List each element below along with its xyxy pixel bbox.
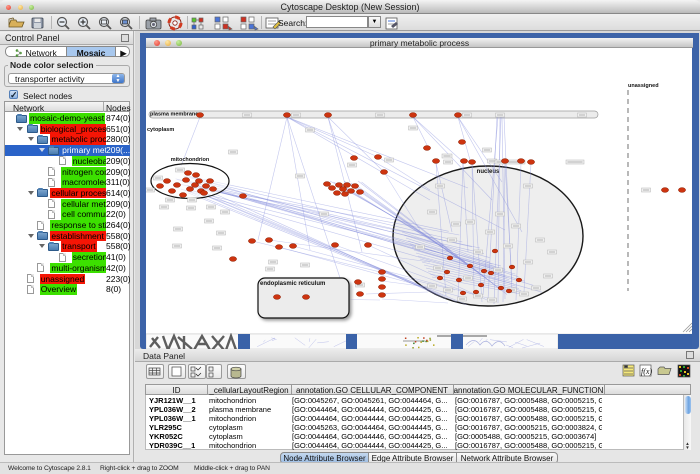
svg-text:cytoplasm: cytoplasm xyxy=(147,127,174,133)
svg-text:mitochondrion: mitochondrion xyxy=(171,157,210,163)
svg-text:endoplasmic reticulum: endoplasmic reticulum xyxy=(260,281,325,287)
svg-text:plasma membrane: plasma membrane xyxy=(150,112,198,118)
svg-text:unassigned: unassigned xyxy=(628,83,659,89)
svg-text:f(x): f(x) xyxy=(641,367,652,376)
